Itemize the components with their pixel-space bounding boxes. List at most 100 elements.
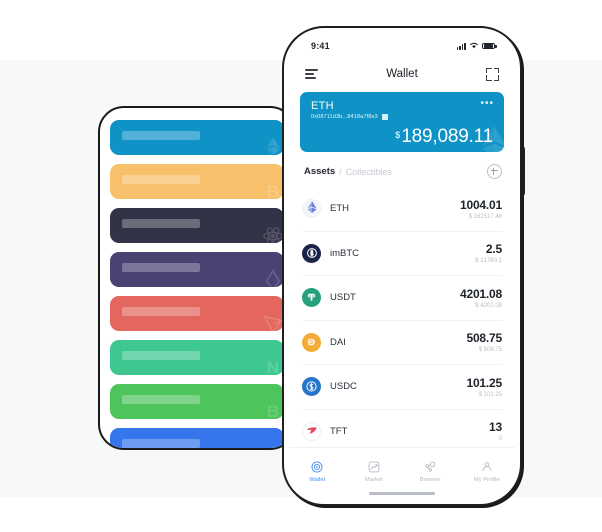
- battery-full-icon: [482, 42, 497, 50]
- asset-row[interactable]: TFT 13 0: [302, 408, 502, 448]
- asset-row[interactable]: DAI 508.75 $ 508.75: [302, 319, 502, 365]
- asset-usd-value: $ 4201.08: [475, 302, 502, 309]
- tab-my-profile[interactable]: My Profile: [459, 460, 516, 483]
- asset-symbol: TFT: [330, 425, 348, 437]
- wallet-card-trx[interactable]: [110, 296, 284, 331]
- wallet-card-btc[interactable]: B: [110, 164, 284, 199]
- card-placeholder-bar: [122, 131, 200, 140]
- asset-values: 508.75 $ 508.75: [466, 331, 502, 353]
- wallet-card-eos[interactable]: [110, 252, 284, 287]
- asset-amount: 4201.08: [460, 286, 502, 301]
- copy-qr-icon[interactable]: [381, 114, 388, 120]
- asset-row[interactable]: imBTC 2.5 $ 21760.1: [302, 230, 502, 276]
- tab-label: Browser: [419, 476, 441, 483]
- tron-triangle-icon: [256, 307, 284, 331]
- asset-values: 4201.08 $ 4201.08: [460, 287, 502, 309]
- more-dots-icon[interactable]: •••: [480, 99, 494, 109]
- asset-usd-value: 0: [498, 436, 502, 443]
- asset-row[interactable]: ETH 1004.01 $ 162517.48: [302, 187, 502, 231]
- scan-frame-icon[interactable]: [486, 67, 499, 81]
- browser-nodes-icon: [423, 460, 437, 474]
- front-phone-frame: 9:41 Wallet ETH 0x08711d3b...8418a7f8e3 …: [282, 26, 522, 506]
- ethereum-diamond-icon: [474, 126, 504, 152]
- asset-row[interactable]: USDT 4201.08 $ 4201.08: [302, 275, 502, 320]
- asset-amount: 101.25: [466, 375, 502, 390]
- card-placeholder-bar: [122, 307, 200, 316]
- asset-values: 2.5 $ 21760.1: [475, 242, 502, 264]
- plus-circle-icon[interactable]: [487, 164, 502, 179]
- tab-label: My Profile: [473, 476, 500, 483]
- card-placeholder-bar: [122, 395, 200, 404]
- wallet-address-row[interactable]: 0x08711d3b...8418a7f8e3: [311, 114, 493, 120]
- asset-values: 101.25 $ 101.25: [466, 376, 502, 398]
- wallet-card-cosmos[interactable]: [110, 208, 284, 243]
- currency-symbol: $: [395, 130, 401, 140]
- tab-separator: /: [339, 166, 342, 177]
- wallet-card-neo[interactable]: N: [110, 340, 284, 375]
- asset-symbol: USDC: [330, 381, 357, 393]
- asset-amount: 508.75: [466, 331, 502, 346]
- asset-list: ETH 1004.01 $ 162517.48 imBTC 2.5 $ 21760.1 US…: [289, 187, 515, 447]
- imbtc-coin-icon: [302, 243, 321, 263]
- dai-coin-icon: [302, 332, 321, 352]
- asset-symbol: DAI: [330, 336, 346, 348]
- tab-collectibles[interactable]: Collectibles: [346, 167, 392, 177]
- wallet-coin-name: ETH: [311, 100, 334, 112]
- phone-screen: 9:41 Wallet ETH 0x08711d3b...8418a7f8e3 …: [289, 33, 515, 499]
- asset-amount: 1004.01: [460, 197, 502, 212]
- asset-symbol: USDT: [330, 292, 356, 304]
- asset-usd-value: $ 101.25: [478, 391, 502, 398]
- status-time: 9:41: [311, 41, 330, 51]
- tab-label: Wallet: [309, 476, 326, 483]
- bottom-tab-bar: Wallet Market Browser My Profile: [289, 447, 515, 491]
- status-bar: 9:41: [289, 33, 515, 59]
- asset-amount: 2.5: [485, 242, 502, 257]
- usdc-coin-icon: [302, 377, 321, 397]
- back-phone-frame: BNBL: [98, 106, 296, 450]
- wallet-card-list: BNBL: [110, 120, 284, 448]
- market-chart-icon: [367, 460, 381, 474]
- cellular-signal-icon: [456, 42, 466, 50]
- wifi-icon: [469, 41, 479, 51]
- asset-values: 13 0: [489, 420, 502, 442]
- asset-amount: 13: [489, 420, 502, 435]
- tab-wallet[interactable]: Wallet: [289, 460, 346, 483]
- tab-market[interactable]: Market: [346, 460, 403, 483]
- nav-bar: Wallet: [289, 59, 515, 89]
- usdt-coin-icon: [302, 288, 321, 308]
- assets-header: Assets / Collectibles: [289, 152, 515, 187]
- wallet-card-bch[interactable]: B: [110, 384, 284, 419]
- wallet-target-icon: [310, 460, 324, 474]
- card-placeholder-bar: [122, 351, 200, 360]
- asset-usd-value: $ 21760.1: [475, 258, 502, 265]
- cosmos-atom-icon: [256, 219, 284, 243]
- phone-side-button: [521, 146, 525, 196]
- bitcoin-b-icon: B: [266, 182, 280, 199]
- asset-row[interactable]: USDC 101.25 $ 101.25: [302, 364, 502, 409]
- card-placeholder-bar: [122, 219, 200, 228]
- home-indicator: [369, 492, 435, 495]
- status-indicators: [456, 41, 497, 51]
- wallet-card-ltc[interactable]: L: [110, 428, 284, 448]
- tab-browser[interactable]: Browser: [402, 460, 459, 483]
- card-placeholder-bar: [122, 263, 200, 272]
- card-placeholder-bar: [122, 439, 200, 448]
- ethereum-diamond-icon: [256, 131, 284, 155]
- tab-label: Market: [364, 476, 383, 483]
- neo-n-icon: N: [266, 358, 280, 375]
- tft-coin-icon: [302, 421, 321, 441]
- card-placeholder-bar: [122, 175, 200, 184]
- asset-symbol: imBTC: [330, 247, 360, 259]
- wallet-card-eth[interactable]: [110, 120, 284, 155]
- tab-assets[interactable]: Assets: [304, 166, 335, 177]
- asset-symbol: ETH: [330, 203, 349, 215]
- page-title: Wallet: [386, 68, 418, 80]
- asset-usd-value: $ 508.75: [478, 347, 502, 354]
- eth-coin-icon: [302, 199, 321, 219]
- asset-values: 1004.01 $ 162517.48: [460, 198, 502, 220]
- wallet-balance-card[interactable]: ETH 0x08711d3b...8418a7f8e3 ••• $ 189,08…: [300, 92, 504, 152]
- hamburger-menu-icon[interactable]: [305, 69, 318, 79]
- wallet-address: 0x08711d3b...8418a7f8e3: [311, 114, 378, 120]
- asset-usd-value: $ 162517.48: [468, 213, 502, 220]
- bitcoincash-b-icon: B: [266, 402, 280, 419]
